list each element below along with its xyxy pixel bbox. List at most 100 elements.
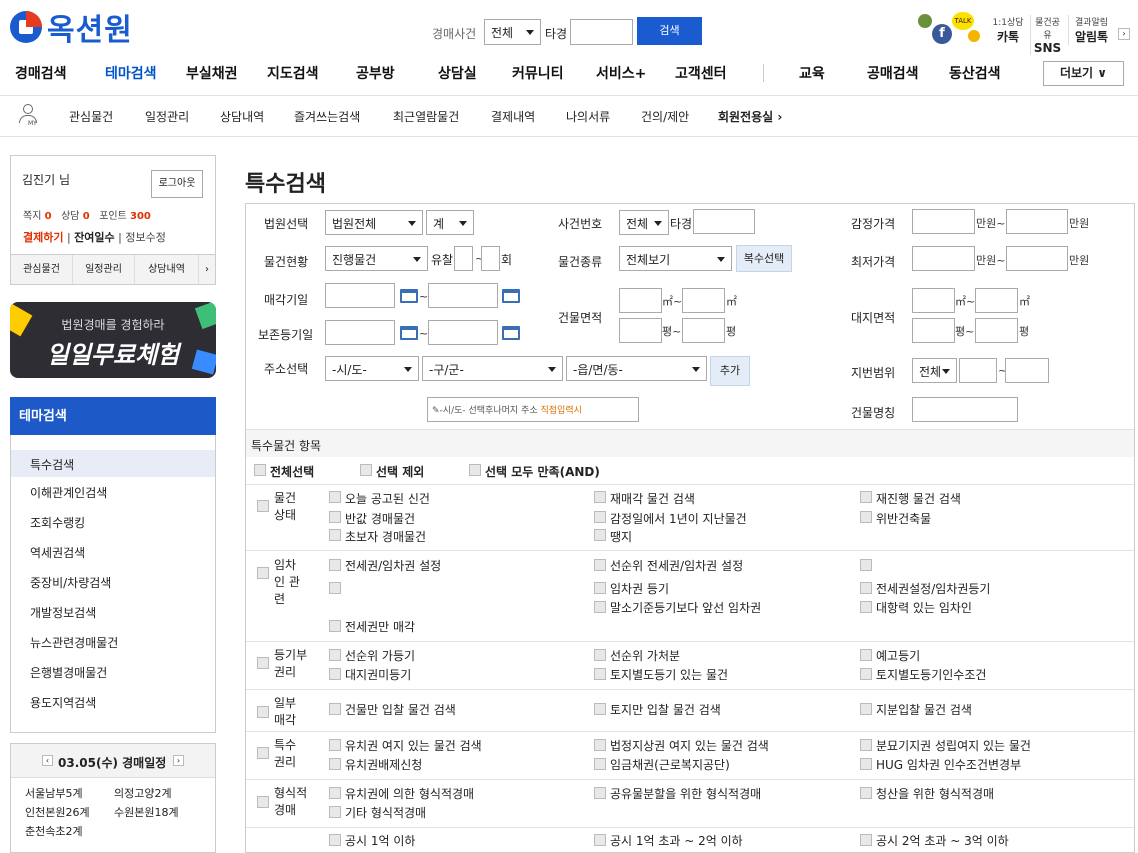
nav-community[interactable]: 커뮤니티 <box>512 63 564 83</box>
court-select[interactable]: 법원전체 <box>325 210 423 235</box>
header-next-arrow[interactable]: › <box>1118 28 1130 40</box>
logout-button[interactable]: 로그아웃 <box>151 170 203 198</box>
option-checkbox[interactable] <box>329 834 341 846</box>
option-checkbox[interactable] <box>860 649 872 661</box>
option-checkbox[interactable] <box>860 703 872 715</box>
lot-range-select[interactable]: 전체 <box>912 358 957 383</box>
sale-date-start-input[interactable] <box>325 283 395 308</box>
building-area-py-min[interactable] <box>619 318 662 343</box>
user-tab-schedule[interactable]: 일정관리 <box>73 255 135 284</box>
calendar-icon[interactable] <box>502 326 520 340</box>
nav-public-auction[interactable]: 공매검색 <box>867 63 919 83</box>
option-checkbox[interactable] <box>860 668 872 680</box>
option-checkbox[interactable] <box>594 582 606 594</box>
option-checkbox[interactable] <box>329 559 341 571</box>
dong-select[interactable]: -읍/면/동- <box>566 356 707 381</box>
option-checkbox[interactable] <box>329 668 341 680</box>
sidebar-item-news[interactable]: 뉴스관련경매물건 <box>30 634 118 651</box>
option-checkbox[interactable] <box>594 559 606 571</box>
option-checkbox[interactable] <box>329 491 341 503</box>
schedule-entry[interactable]: 서울남부5계 <box>25 785 83 801</box>
subnav-schedule[interactable]: 일정관리 <box>145 108 189 125</box>
remain-link[interactable]: 잔여일수 <box>74 231 114 244</box>
option-checkbox[interactable] <box>860 758 872 770</box>
nav-consult[interactable]: 상담실 <box>438 63 477 83</box>
option-checkbox[interactable] <box>594 758 606 770</box>
free-trial-banner[interactable]: 법원경매를 경험하라 일일무료체험 <box>10 302 216 378</box>
option-checkbox[interactable] <box>860 582 872 594</box>
option-checkbox[interactable] <box>594 787 606 799</box>
option-checkbox[interactable] <box>329 649 341 661</box>
yuchal-min-input[interactable] <box>454 246 473 271</box>
option-checkbox[interactable] <box>594 834 606 846</box>
option-checkbox[interactable] <box>329 703 341 715</box>
land-area-sqm-min[interactable] <box>912 288 955 313</box>
consult-link[interactable]: 1:1상담 카톡 <box>990 15 1026 45</box>
schedule-entry[interactable]: 수원본원18계 <box>114 804 179 820</box>
case-year-select[interactable]: 전체 <box>619 210 669 235</box>
schedule-next-arrow[interactable]: › <box>173 755 184 766</box>
option-checkbox[interactable] <box>329 511 341 523</box>
schedule-prev-arrow[interactable]: ‹ <box>42 755 53 766</box>
option-checkbox[interactable] <box>594 668 606 680</box>
nav-customer[interactable]: 고객센터 <box>675 63 727 83</box>
group-checkbox[interactable] <box>257 747 269 759</box>
sidebar-item-stakeholder[interactable]: 이해관계인검색 <box>30 484 107 501</box>
lot-range-max-input[interactable] <box>1005 358 1049 383</box>
exclude-checkbox[interactable] <box>360 464 372 476</box>
schedule-entry[interactable]: 인천본원26계 <box>25 804 90 820</box>
logo[interactable]: 옥션원 <box>10 9 133 48</box>
option-checkbox[interactable] <box>860 601 872 613</box>
subnav-recent[interactable]: 최근열람물건 <box>393 108 459 125</box>
option-checkbox[interactable] <box>329 787 341 799</box>
group-checkbox[interactable] <box>257 706 269 718</box>
land-area-py-max[interactable] <box>975 318 1018 343</box>
case-search-input[interactable] <box>570 19 633 45</box>
sidebar-item-development[interactable]: 개발정보검색 <box>30 604 96 621</box>
preserve-date-start-input[interactable] <box>325 320 395 345</box>
case-search-button[interactable]: 검색 <box>637 17 702 45</box>
calendar-icon[interactable] <box>400 289 418 303</box>
address-direct-input[interactable]: ✎-시/도- 선택후나머지 주소 직접입력시 <box>427 397 639 422</box>
sale-date-end-input[interactable] <box>428 283 498 308</box>
building-area-py-max[interactable] <box>682 318 725 343</box>
option-checkbox[interactable] <box>860 511 872 523</box>
option-checkbox[interactable] <box>860 491 872 503</box>
preserve-date-end-input[interactable] <box>428 320 498 345</box>
user-tab-consult[interactable]: 상담내역 <box>135 255 199 284</box>
calendar-icon[interactable] <box>502 289 520 303</box>
nav-service[interactable]: 서비스+ <box>596 63 646 83</box>
subnav-suggestion[interactable]: 건의/제안 <box>641 108 689 125</box>
building-name-input[interactable] <box>912 397 1018 422</box>
option-checkbox[interactable] <box>860 739 872 751</box>
subnav-consult-history[interactable]: 상담내역 <box>220 108 264 125</box>
group-checkbox[interactable] <box>257 500 269 512</box>
land-area-py-min[interactable] <box>912 318 955 343</box>
nav-education[interactable]: 교육 <box>799 63 825 83</box>
case-search-select[interactable]: 전체 <box>484 19 541 45</box>
sidebar-item-special[interactable]: 특수검색 <box>30 456 74 473</box>
sidebar-item-equipment[interactable]: 중장비/차량검색 <box>30 574 111 591</box>
alert-link[interactable]: 결과알림 알림톡 <box>1068 15 1114 45</box>
social-icons[interactable]: f TALK <box>918 10 980 44</box>
option-checkbox[interactable] <box>594 511 606 523</box>
schedule-entry[interactable]: 의정고양2계 <box>114 785 172 801</box>
nav-theme-search[interactable]: 테마검색 <box>105 63 157 83</box>
option-checkbox[interactable] <box>329 529 341 541</box>
building-area-sqm-max[interactable] <box>682 288 725 313</box>
nav-auction-search[interactable]: 경매검색 <box>15 63 67 83</box>
multi-select-button[interactable]: 복수선택 <box>736 245 792 272</box>
schedule-entry[interactable]: 춘천속초2계 <box>25 823 83 839</box>
nav-map-search[interactable]: 지도검색 <box>267 63 319 83</box>
user-tab-next-arrow[interactable]: › <box>199 255 215 284</box>
option-checkbox[interactable] <box>594 649 606 661</box>
option-checkbox[interactable] <box>594 529 606 541</box>
option-checkbox[interactable] <box>594 491 606 503</box>
option-checkbox[interactable] <box>594 703 606 715</box>
subnav-documents[interactable]: 나의서류 <box>566 108 610 125</box>
and-checkbox[interactable] <box>469 464 481 476</box>
type-select[interactable]: 전체보기 <box>619 246 732 271</box>
subnav-payment[interactable]: 결제내역 <box>491 108 535 125</box>
nav-study[interactable]: 공부방 <box>356 63 395 83</box>
address-add-button[interactable]: 추가 <box>710 356 750 386</box>
